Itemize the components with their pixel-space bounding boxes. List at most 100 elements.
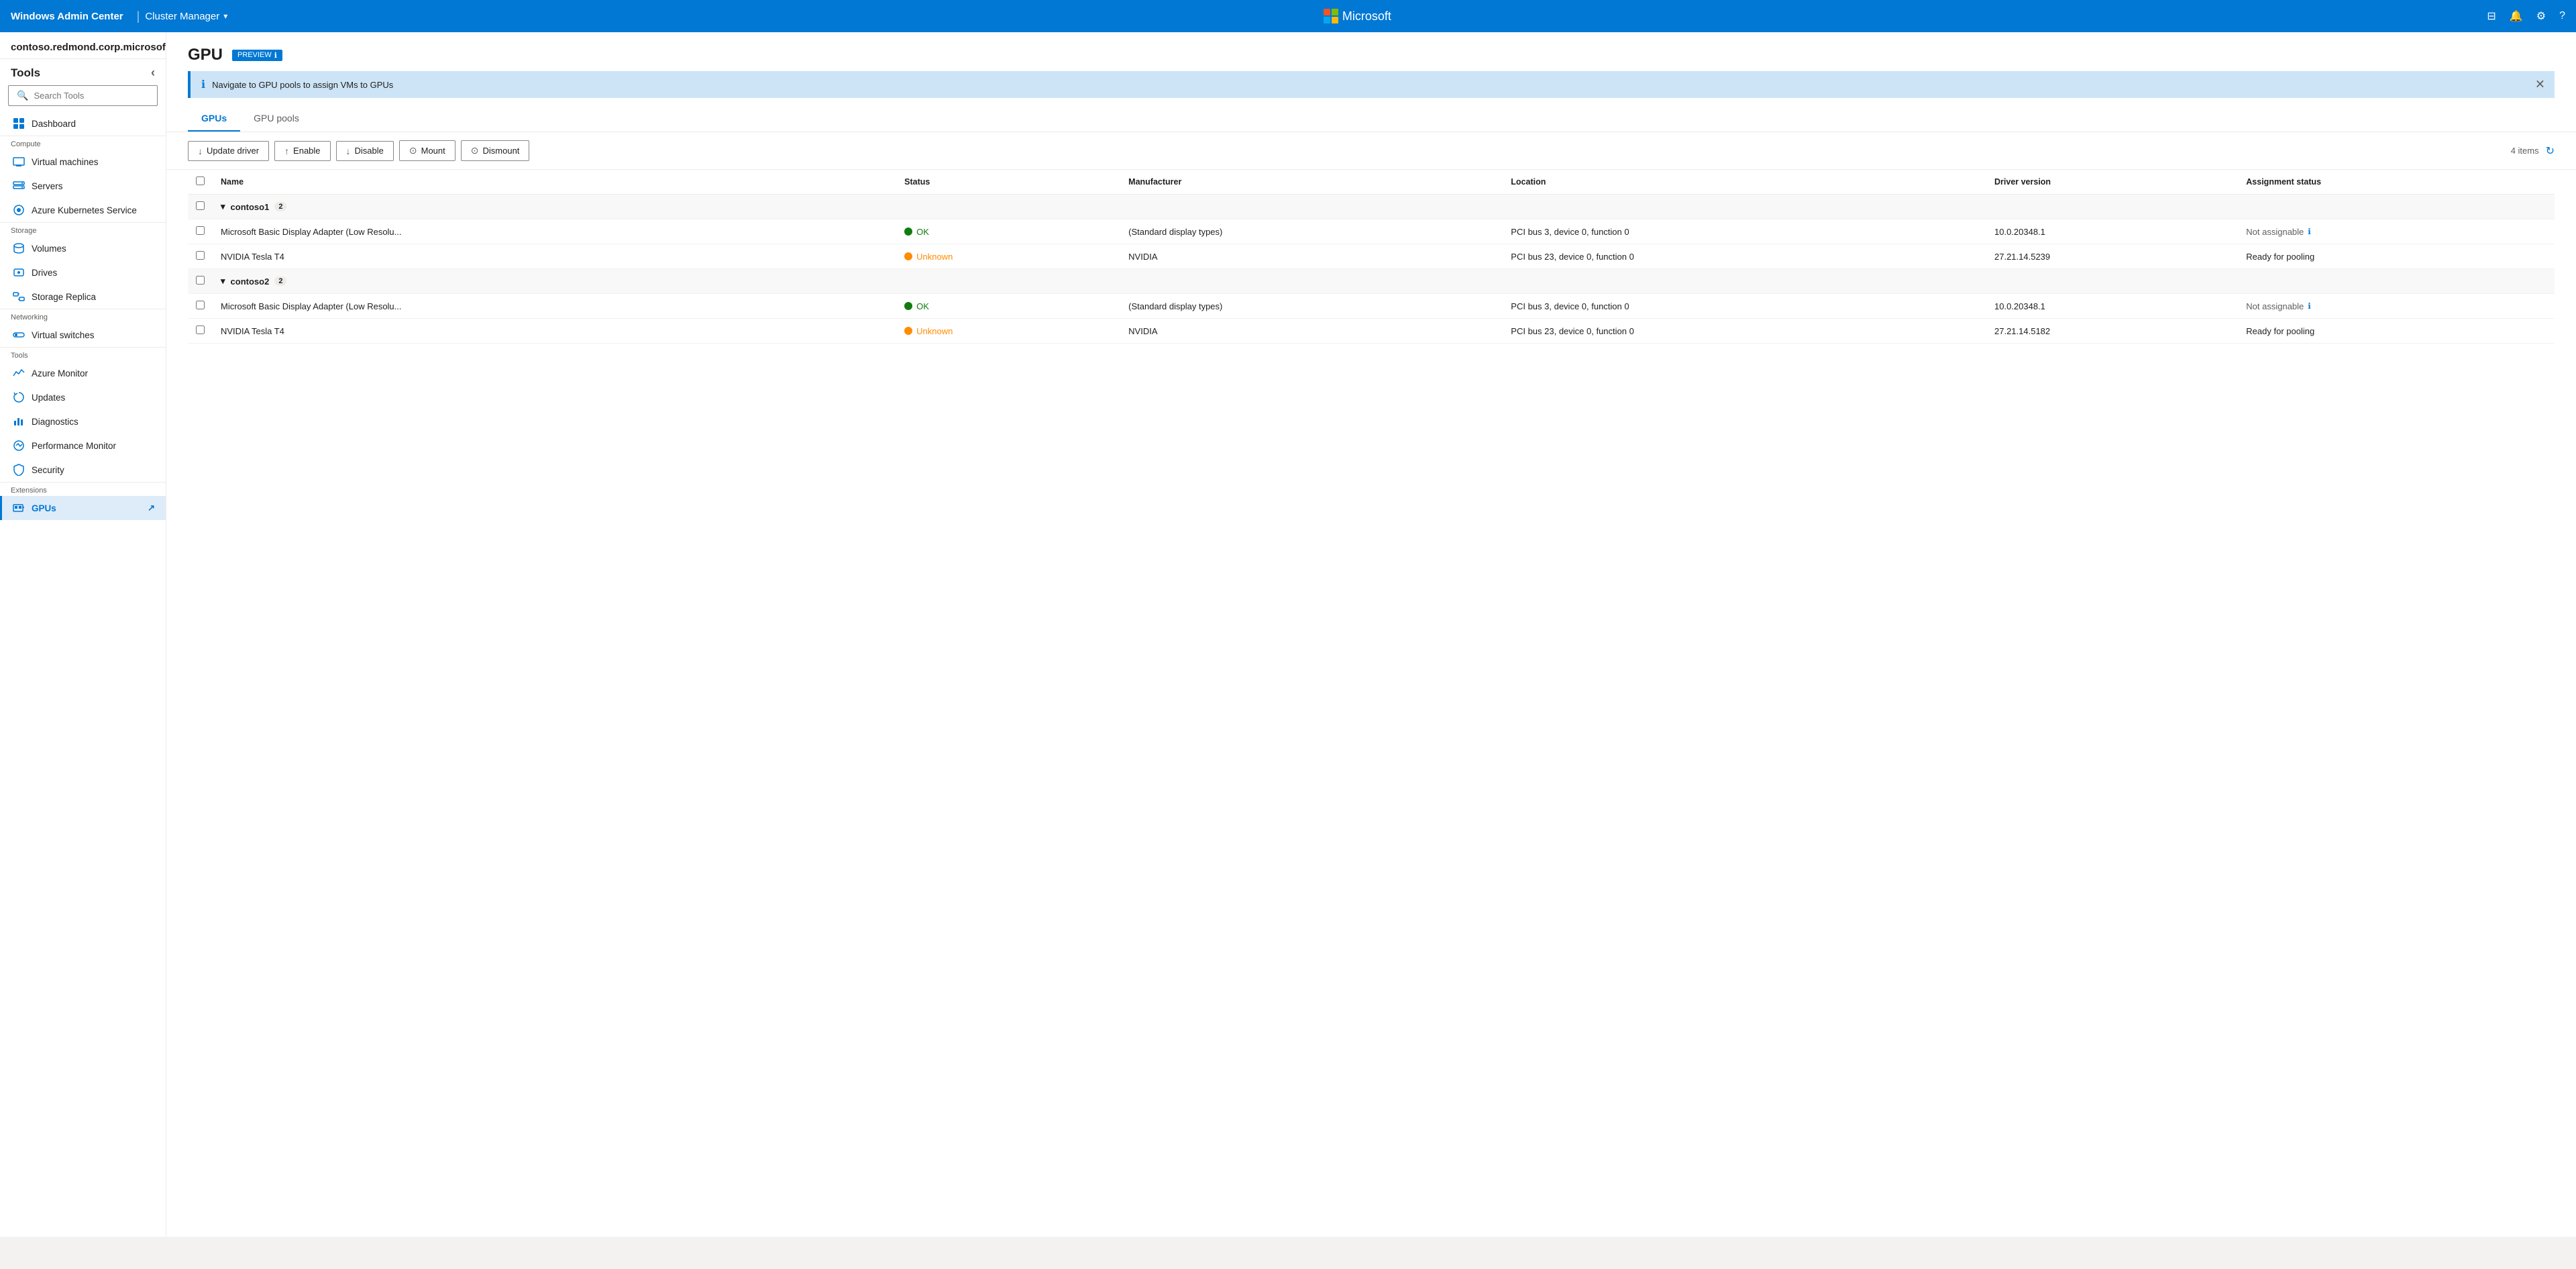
drives-icon	[13, 266, 25, 278]
mount-button[interactable]: ⊙ Mount	[399, 140, 455, 161]
group-checkbox[interactable]	[196, 276, 205, 285]
tab-gpus[interactable]: GPUs	[188, 106, 240, 132]
preview-label: PREVIEW	[237, 51, 272, 59]
item-count-text: 4 items	[2511, 146, 2539, 156]
table-group-row[interactable]: ▾ contoso2 2	[188, 269, 2555, 294]
page-title-row: GPU PREVIEW ℹ	[188, 46, 2555, 64]
select-all-checkbox[interactable]	[196, 176, 205, 185]
row-checkbox-cell[interactable]	[188, 294, 213, 319]
storage-replica-icon	[13, 291, 25, 303]
row-manufacturer: NVIDIA	[1120, 319, 1503, 344]
minimize-icon[interactable]: ⊟	[2487, 9, 2496, 23]
group-row-checkbox-cell[interactable]	[188, 195, 213, 219]
disable-button[interactable]: ↓ Disable	[336, 141, 394, 161]
tabs: GPUs GPU pools	[188, 106, 2555, 132]
sidebar-item-virtual-switches[interactable]: Virtual switches	[0, 323, 166, 347]
row-location: PCI bus 23, device 0, function 0	[1503, 319, 1986, 344]
status-text: OK	[916, 227, 929, 237]
notifications-icon[interactable]: 🔔	[2510, 9, 2523, 23]
sidebar-item-label: Volumes	[32, 244, 66, 254]
settings-icon[interactable]: ⚙	[2536, 9, 2546, 23]
sidebar-item-servers[interactable]: Servers	[0, 174, 166, 198]
row-status: OK	[896, 219, 1120, 244]
dismount-label: Dismount	[483, 146, 520, 156]
sidebar-item-virtual-machines[interactable]: Virtual machines	[0, 150, 166, 174]
row-checkbox-cell[interactable]	[188, 219, 213, 244]
group-checkbox[interactable]	[196, 201, 205, 210]
row-checkbox-cell[interactable]	[188, 319, 213, 344]
row-location: PCI bus 3, device 0, function 0	[1503, 294, 1986, 319]
sidebar-item-diagnostics[interactable]: Diagnostics	[0, 409, 166, 434]
sidebar-item-label: Virtual switches	[32, 330, 95, 340]
status-text: Unknown	[916, 326, 953, 336]
sidebar-item-dashboard[interactable]: Dashboard	[0, 111, 166, 136]
topbar-separator: |	[137, 9, 140, 23]
sidebar-item-azure-monitor[interactable]: Azure Monitor	[0, 361, 166, 385]
sidebar-item-performance-monitor[interactable]: Performance Monitor	[0, 434, 166, 458]
status-ok-icon	[904, 302, 912, 310]
enable-icon: ↑	[284, 146, 289, 156]
row-checkbox[interactable]	[196, 251, 205, 260]
cluster-manager-label[interactable]: Cluster Manager ▾	[145, 11, 227, 22]
col-name: Name	[213, 170, 896, 195]
row-checkbox[interactable]	[196, 226, 205, 235]
sidebar-item-storage-replica[interactable]: Storage Replica	[0, 285, 166, 309]
table-row[interactable]: NVIDIA Tesla T4 Unknown NVIDIA PCI bus 2…	[188, 319, 2555, 344]
assignment-info-icon[interactable]: ℹ	[2308, 227, 2311, 236]
dismount-button[interactable]: ⊙ Dismount	[461, 140, 530, 161]
search-input[interactable]	[34, 91, 152, 101]
topbar-right: ⊟ 🔔 ⚙ ?	[2487, 9, 2565, 23]
row-driver-version: 27.21.14.5182	[1986, 319, 2238, 344]
mount-icon: ⊙	[409, 145, 417, 156]
sidebar-item-drives[interactable]: Drives	[0, 260, 166, 285]
gpu-table: Name Status Manufacturer Location Driver…	[188, 170, 2555, 344]
table-row[interactable]: Microsoft Basic Display Adapter (Low Res…	[188, 219, 2555, 244]
group-chevron-icon: ▾	[221, 201, 225, 212]
row-assignment-status: Ready for pooling	[2238, 244, 2555, 269]
sidebar-item-updates[interactable]: Updates	[0, 385, 166, 409]
assignment-status-text: Ready for pooling	[2246, 326, 2314, 336]
sidebar-collapse-button[interactable]: ‹	[151, 66, 155, 80]
sidebar-item-security[interactable]: Security	[0, 458, 166, 482]
table-header-row: Name Status Manufacturer Location Driver…	[188, 170, 2555, 195]
virtual-switches-icon	[13, 329, 25, 341]
sidebar-item-volumes[interactable]: Volumes	[0, 236, 166, 260]
assignment-status-text: Ready for pooling	[2246, 252, 2314, 262]
table-row[interactable]: Microsoft Basic Display Adapter (Low Res…	[188, 294, 2555, 319]
row-status: OK	[896, 294, 1120, 319]
info-banner-close-button[interactable]: ✕	[2535, 78, 2545, 92]
status-text: OK	[916, 301, 929, 311]
preview-info-icon[interactable]: ℹ	[274, 51, 277, 60]
security-icon	[13, 464, 25, 476]
assignment-info-icon[interactable]: ℹ	[2308, 301, 2311, 311]
row-checkbox[interactable]	[196, 301, 205, 309]
refresh-button[interactable]: ↻	[2546, 144, 2555, 158]
row-checkbox[interactable]	[196, 325, 205, 334]
section-label-compute: Compute	[0, 136, 166, 150]
diagnostics-icon	[13, 415, 25, 427]
row-name: Microsoft Basic Display Adapter (Low Res…	[213, 219, 896, 244]
table-row[interactable]: NVIDIA Tesla T4 Unknown NVIDIA PCI bus 2…	[188, 244, 2555, 269]
search-box[interactable]: 🔍	[8, 85, 158, 106]
select-all-header[interactable]	[188, 170, 213, 195]
tab-gpu-pools[interactable]: GPU pools	[240, 106, 313, 132]
ms-logo-text: Microsoft	[1342, 9, 1391, 23]
dismount-icon: ⊙	[471, 145, 479, 156]
status-ok-icon	[904, 227, 912, 236]
update-driver-button[interactable]: ↓ Update driver	[188, 141, 269, 161]
section-label-extensions: Extensions	[0, 482, 166, 496]
sidebar-item-label: GPUs	[32, 503, 56, 513]
help-icon[interactable]: ?	[2559, 10, 2565, 22]
group-row-checkbox-cell[interactable]	[188, 269, 213, 294]
row-checkbox-cell[interactable]	[188, 244, 213, 269]
sidebar-item-aks[interactable]: Azure Kubernetes Service	[0, 198, 166, 222]
sidebar-item-label: Azure Monitor	[32, 368, 88, 378]
info-banner-text: Navigate to GPU pools to assign VMs to G…	[212, 80, 393, 90]
enable-label: Enable	[293, 146, 320, 156]
enable-button[interactable]: ↑ Enable	[274, 141, 330, 161]
sidebar-item-gpus[interactable]: GPUs ↗	[0, 496, 166, 520]
table-group-row[interactable]: ▾ contoso1 2	[188, 195, 2555, 219]
group-label-cell: ▾ contoso1 2	[213, 195, 2555, 219]
col-location: Location	[1503, 170, 1986, 195]
mount-label: Mount	[421, 146, 445, 156]
